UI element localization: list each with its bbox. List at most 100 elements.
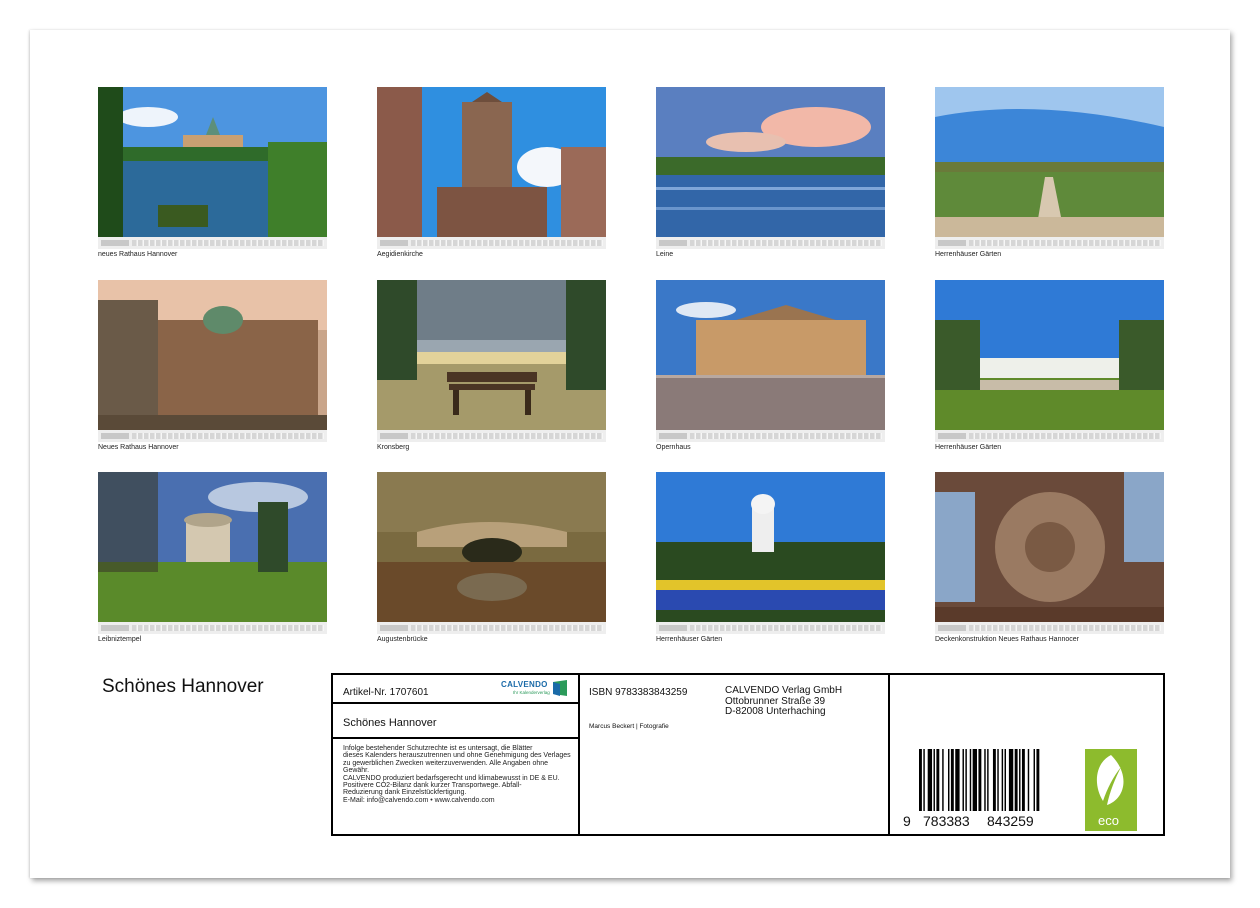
mini-day-cells — [411, 240, 603, 246]
month-thumbnail — [98, 87, 327, 249]
month-photo — [656, 280, 885, 430]
barcode-bar — [919, 749, 922, 811]
mini-day-cells — [690, 240, 882, 246]
mini-day-cells — [690, 625, 882, 631]
month-thumbnail — [935, 87, 1164, 249]
article-number: Artikel-Nr. 1707601 — [343, 687, 429, 698]
month-caption: Herrenhäuser Gärten — [935, 251, 1002, 258]
mini-month-label — [380, 625, 408, 631]
calvendo-icon — [553, 680, 567, 696]
month-thumbnail — [377, 280, 606, 442]
month-thumbnail — [377, 87, 606, 249]
month-photo — [98, 472, 327, 622]
mini-day-cells — [132, 240, 324, 246]
mini-day-cells — [690, 433, 882, 439]
barcode-bar — [1004, 749, 1006, 811]
month-photo — [377, 87, 606, 237]
mini-day-cells — [132, 625, 324, 631]
barcode-bar — [942, 749, 944, 811]
month-photo — [377, 280, 606, 430]
product-title: Schönes Hannover — [343, 717, 437, 729]
month-thumbnail — [656, 280, 885, 442]
barcode: 9 783383 843259 — [903, 749, 1063, 835]
barcode-bar — [933, 749, 935, 811]
mini-calendar-strip — [935, 237, 1164, 249]
barcode-bars — [919, 749, 1040, 811]
barcode-bar — [992, 749, 996, 811]
mini-calendar-strip — [377, 430, 606, 442]
month-caption: Neues Rathaus Hannover — [98, 444, 179, 451]
mini-calendar-strip — [656, 430, 885, 442]
barcode-bar — [927, 749, 933, 811]
month-photo — [935, 280, 1164, 430]
barcode-bar — [984, 749, 986, 811]
mini-month-label — [659, 433, 687, 439]
mini-calendar-strip — [377, 237, 606, 249]
mini-month-label — [659, 625, 687, 631]
barcode-bar — [978, 749, 982, 811]
month-caption: neues Rathaus Hannover — [98, 251, 178, 258]
mini-month-label — [101, 625, 129, 631]
calendar-title: Schönes Hannover — [102, 676, 264, 697]
isbn: ISBN 9783383843259 — [589, 687, 688, 698]
mini-month-label — [938, 240, 966, 246]
barcode-bar — [1036, 749, 1040, 811]
mini-month-label — [938, 433, 966, 439]
month-thumbnail — [935, 472, 1164, 634]
barcode-bar — [969, 749, 972, 811]
month-caption: Herrenhäuser Gärten — [656, 636, 723, 643]
barcode-bar — [965, 749, 967, 811]
month-caption: Augustenbrücke — [377, 636, 428, 643]
mini-calendar-strip — [935, 622, 1164, 634]
mini-calendar-strip — [98, 237, 327, 249]
month-caption: Kronsberg — [377, 444, 410, 451]
mini-month-label — [659, 240, 687, 246]
barcode-bar — [972, 749, 977, 811]
mini-day-cells — [969, 433, 1161, 439]
month-caption: Opernhaus — [656, 444, 691, 451]
eco-badge: eco — [1085, 749, 1137, 831]
month-caption: Deckenkonstruktion Neues Rathaus Hannoce… — [935, 636, 1079, 643]
barcode-bar — [1021, 749, 1025, 811]
mini-month-label — [380, 240, 408, 246]
mini-calendar-strip — [935, 430, 1164, 442]
mini-day-cells — [411, 433, 603, 439]
month-photo — [377, 472, 606, 622]
barcode-bar — [955, 749, 960, 811]
month-photo — [935, 472, 1164, 622]
mini-day-cells — [132, 433, 324, 439]
month-photo — [98, 87, 327, 237]
mini-calendar-strip — [377, 622, 606, 634]
month-thumbnail — [377, 472, 606, 634]
barcode-bar — [1008, 749, 1014, 811]
month-photo — [656, 472, 885, 622]
barcode-bar — [1033, 749, 1035, 811]
month-photo — [98, 280, 327, 430]
month-thumbnail — [656, 472, 885, 634]
mini-day-cells — [411, 625, 603, 631]
mini-day-cells — [969, 240, 1161, 246]
publisher-address: CALVENDO Verlag GmbH Ottobrunner Straße … — [725, 685, 843, 717]
barcode-bar — [962, 749, 964, 811]
barcode-bar — [987, 749, 989, 811]
month-thumbnail — [656, 87, 885, 249]
barcode-bar — [1014, 749, 1018, 811]
month-thumbnail — [98, 280, 327, 442]
mini-calendar-strip — [656, 622, 885, 634]
month-caption: Herrenhäuser Gärten — [935, 444, 1002, 451]
author-credit: Marcus Beckert | Fotografie — [589, 723, 669, 730]
month-caption: Leine — [656, 251, 674, 258]
mini-month-label — [380, 433, 408, 439]
barcode-bar — [997, 749, 999, 811]
barcode-bar — [1027, 749, 1030, 811]
month-photo — [656, 87, 885, 237]
barcode-bar — [1019, 749, 1021, 811]
barcode-bar — [948, 749, 950, 811]
month-thumbnail — [935, 280, 1164, 442]
barcode-bar — [936, 749, 940, 811]
mini-day-cells — [969, 625, 1161, 631]
mini-month-label — [938, 625, 966, 631]
leaf-icon — [1096, 755, 1124, 805]
month-caption: Leibniztempel — [98, 636, 142, 643]
month-thumbnail — [98, 472, 327, 634]
